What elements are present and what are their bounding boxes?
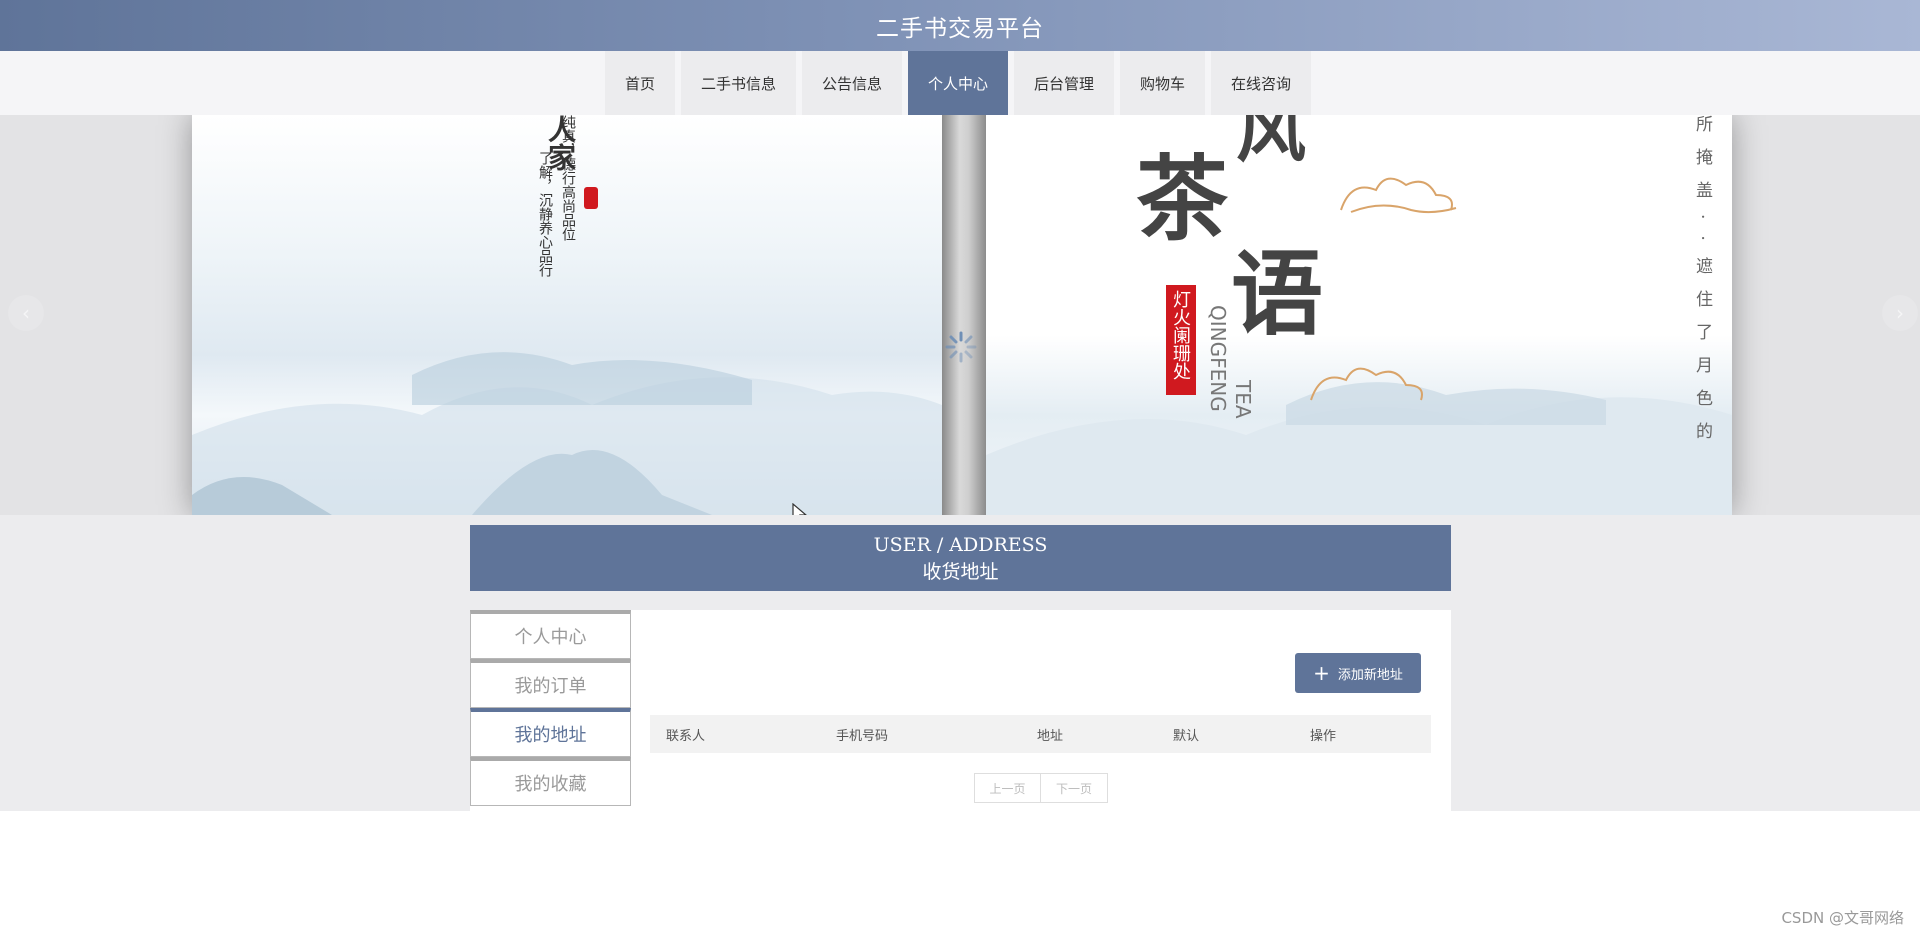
side-item-my-address[interactable]: 我的地址 xyxy=(470,708,631,757)
column-contact: 联系人 xyxy=(666,728,706,744)
banner-latin-2: TEA xyxy=(1231,380,1255,419)
column-actions: 操作 xyxy=(1310,728,1337,744)
banner-big-char-2: 茶 xyxy=(1136,145,1229,253)
add-address-button[interactable]: + 添加新地址 xyxy=(1295,653,1421,693)
section-title-cn: 收货地址 xyxy=(922,561,999,583)
watermark: CSDN @文哥网络 xyxy=(1781,909,1904,927)
side-item-my-orders[interactable]: 我的订单 xyxy=(470,659,631,708)
banner-left-verse-1: 纯真，德行高尚品位 xyxy=(560,115,576,241)
banner-left-page: 人家 纯真，德行高尚品位 了解，沉静养心品行 xyxy=(192,115,942,515)
cloud-ornament-icon-2 xyxy=(1310,367,1423,401)
section-header: USER / ADDRESS 收货地址 xyxy=(470,525,1451,591)
side-menu: 个人中心 我的订单 我的地址 我的收藏 xyxy=(470,610,631,806)
nav-item-cart[interactable]: 购物车 xyxy=(1120,51,1206,115)
chevron-right-icon: › xyxy=(1896,301,1904,325)
side-item-personal-center[interactable]: 个人中心 xyxy=(470,610,631,659)
chevron-left-icon: ‹ xyxy=(22,301,30,325)
banner-latin-1: QINGFENG xyxy=(1206,305,1230,412)
next-page-button[interactable]: 下一页 xyxy=(1041,773,1108,803)
book-spine xyxy=(942,115,986,515)
banner-big-char-1: 风 xyxy=(1236,115,1306,172)
side-item-my-favorites[interactable]: 我的收藏 xyxy=(470,757,631,806)
nav-item-home[interactable]: 首页 xyxy=(604,51,675,115)
nav-item-notices[interactable]: 公告信息 xyxy=(801,51,902,115)
address-table-header: 联系人 手机号码 地址 默认 操作 xyxy=(650,715,1431,753)
banner-carousel: 人家 纯真，德行高尚品位 了解，沉静养心品行 风 茶 语 灯火阑珊处 QINGF… xyxy=(0,115,1920,515)
cloud-ornament-icon xyxy=(1340,177,1457,214)
red-seal-icon xyxy=(584,187,598,209)
banner-seal: 灯火阑珊处 xyxy=(1166,285,1196,395)
nav-item-personal-center[interactable]: 个人中心 xyxy=(907,51,1008,115)
pagination: 上一页 下一页 xyxy=(974,773,1108,803)
nav-item-books[interactable]: 二手书信息 xyxy=(680,51,796,115)
banner-left-verse-2: 了解，沉静养心品行 xyxy=(537,151,553,277)
carousel-next-button[interactable]: › xyxy=(1882,295,1918,331)
loading-spinner-icon xyxy=(945,331,977,363)
banner-right-page: 风 茶 语 灯火阑珊处 QINGFENG TEA 所掩盖··遮住了月色的 xyxy=(986,115,1732,515)
site-title: 二手书交易平台 xyxy=(876,15,1044,42)
top-header: 二手书交易平台 xyxy=(0,0,1920,51)
banner-side-text: 所掩盖··遮住了月色的 xyxy=(1692,115,1712,455)
mountain-illustration xyxy=(192,352,942,515)
column-address: 地址 xyxy=(1037,728,1064,744)
column-default: 默认 xyxy=(1173,728,1200,744)
banner-image: 人家 纯真，德行高尚品位 了解，沉静养心品行 风 茶 语 灯火阑珊处 QINGF… xyxy=(192,115,1732,515)
nav-item-consult[interactable]: 在线咨询 xyxy=(1211,51,1312,115)
carousel-prev-button[interactable]: ‹ xyxy=(8,295,44,331)
column-phone: 手机号码 xyxy=(836,728,889,744)
prev-page-button[interactable]: 上一页 xyxy=(974,773,1041,803)
section-title-en: USER / ADDRESS xyxy=(873,534,1048,556)
add-address-label: 添加新地址 xyxy=(1337,667,1403,683)
plus-icon: + xyxy=(1313,661,1330,685)
nav-item-admin[interactable]: 后台管理 xyxy=(1014,51,1115,115)
main-nav: 首页 二手书信息 公告信息 个人中心 后台管理 购物车 在线咨询 xyxy=(0,51,1920,115)
banner-big-char-3: 语 xyxy=(1231,240,1324,348)
